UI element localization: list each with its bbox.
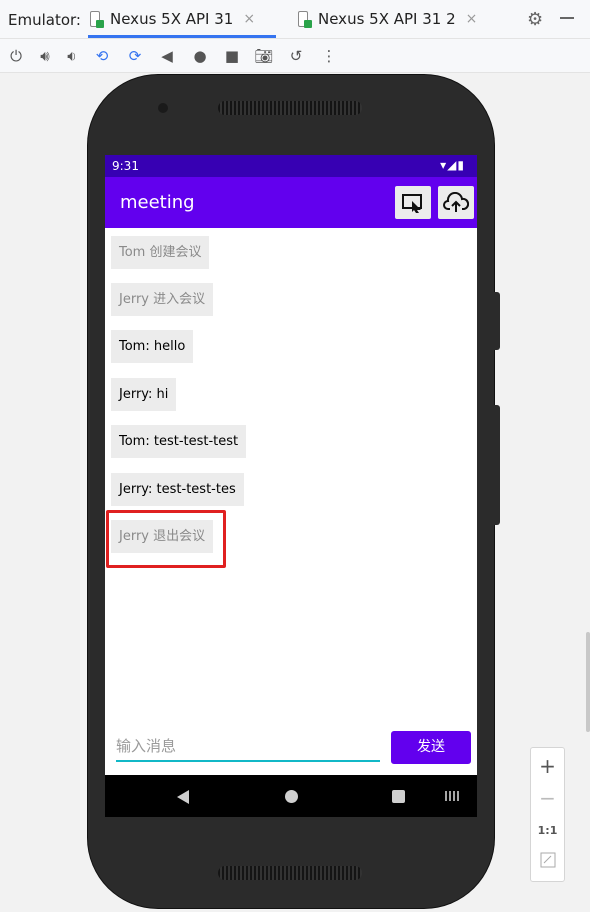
list-item: Jerry 进入会议 <box>111 283 214 316</box>
fit-screen-icon <box>540 852 555 868</box>
device-icon <box>296 10 312 28</box>
app-bar: meeting <box>105 177 477 228</box>
zoom-out-button[interactable]: − <box>531 786 564 810</box>
device-screen: 9:31 ▾◢▮ meeting Tom 创建会议 Jerry 进入会议 Tom… <box>105 155 477 817</box>
zoom-controls: + − 1:1 <box>530 747 565 882</box>
screen-share-button[interactable] <box>395 186 431 219</box>
tab-nexus-5x-api-31[interactable]: Nexus 5X API 31 × <box>88 0 276 38</box>
list-item: Jerry: test-test-tes <box>111 473 244 506</box>
screen-share-icon <box>402 193 422 213</box>
front-camera <box>158 103 168 113</box>
overview-icon[interactable]: ■ <box>222 46 242 66</box>
volume-side-button <box>494 405 500 525</box>
list-item: Jerry: hi <box>111 378 177 411</box>
rotate-right-icon[interactable]: ⟳ <box>125 46 145 66</box>
zoom-fit-button[interactable] <box>531 852 564 872</box>
phone-frame: 9:31 ▾◢▮ meeting Tom 创建会议 Jerry 进入会议 Tom… <box>88 75 500 908</box>
close-icon[interactable]: × <box>466 11 478 27</box>
gear-icon[interactable]: ⚙ <box>527 9 543 30</box>
zoom-in-button[interactable]: + <box>531 754 564 778</box>
nav-back-icon[interactable] <box>177 790 189 804</box>
zoom-actual-size-button[interactable]: 1:1 <box>531 824 564 837</box>
home-icon[interactable]: ● <box>190 46 210 66</box>
rotate-left-icon[interactable]: ⟲ <box>92 46 112 66</box>
power-icon[interactable]: ⏻ <box>6 46 26 66</box>
navigation-bar <box>105 775 477 817</box>
volume-down-icon[interactable]: 🔉︎ <box>62 46 82 66</box>
tab-label: Nexus 5X API 31 <box>110 10 234 28</box>
snapshot-icon[interactable]: ↺ <box>286 46 306 66</box>
app-title: meeting <box>120 192 195 213</box>
top-speaker <box>218 101 362 115</box>
camera-icon[interactable]: 📷︎ <box>254 46 274 66</box>
nav-home-icon[interactable] <box>285 790 298 803</box>
emulator-toolbar: ⏻ 🔊︎ 🔉︎ ⟲ ⟳ ◀ ● ■ 📷︎ ↺ ⋮ <box>0 39 590 73</box>
nav-recents-icon[interactable] <box>392 790 405 803</box>
upload-button[interactable] <box>438 186 474 219</box>
emulator-label: Emulator: <box>8 11 81 29</box>
list-item: Tom: test-test-test <box>111 425 247 458</box>
minimize-icon[interactable] <box>560 17 574 19</box>
close-icon[interactable]: × <box>243 11 255 27</box>
status-bar: 9:31 ▾◢▮ <box>105 155 477 177</box>
tab-label: Nexus 5X API 31 2 <box>318 10 456 28</box>
status-time: 9:31 <box>112 159 139 173</box>
list-item: Tom: hello <box>111 330 194 363</box>
back-icon[interactable]: ◀ <box>157 46 177 66</box>
device-icon <box>88 10 104 28</box>
tab-nexus-5x-api-31-2[interactable]: Nexus 5X API 31 2 × <box>296 0 486 38</box>
more-icon[interactable]: ⋮ <box>319 46 339 66</box>
highlight-box <box>106 510 226 568</box>
send-button[interactable]: 发送 <box>391 731 471 764</box>
keyboard-icon[interactable] <box>445 791 461 801</box>
message-input[interactable] <box>116 732 380 762</box>
volume-up-icon[interactable]: 🔊︎ <box>35 46 55 66</box>
power-side-button <box>494 292 500 350</box>
scrollbar[interactable] <box>586 632 590 732</box>
list-item: Tom 创建会议 <box>111 236 210 269</box>
cloud-upload-icon <box>443 191 469 212</box>
bottom-speaker <box>218 866 362 880</box>
emulator-tab-bar: Emulator: Nexus 5X API 31 × Nexus 5X API… <box>0 0 590 39</box>
status-icons: ▾◢▮ <box>440 158 465 172</box>
